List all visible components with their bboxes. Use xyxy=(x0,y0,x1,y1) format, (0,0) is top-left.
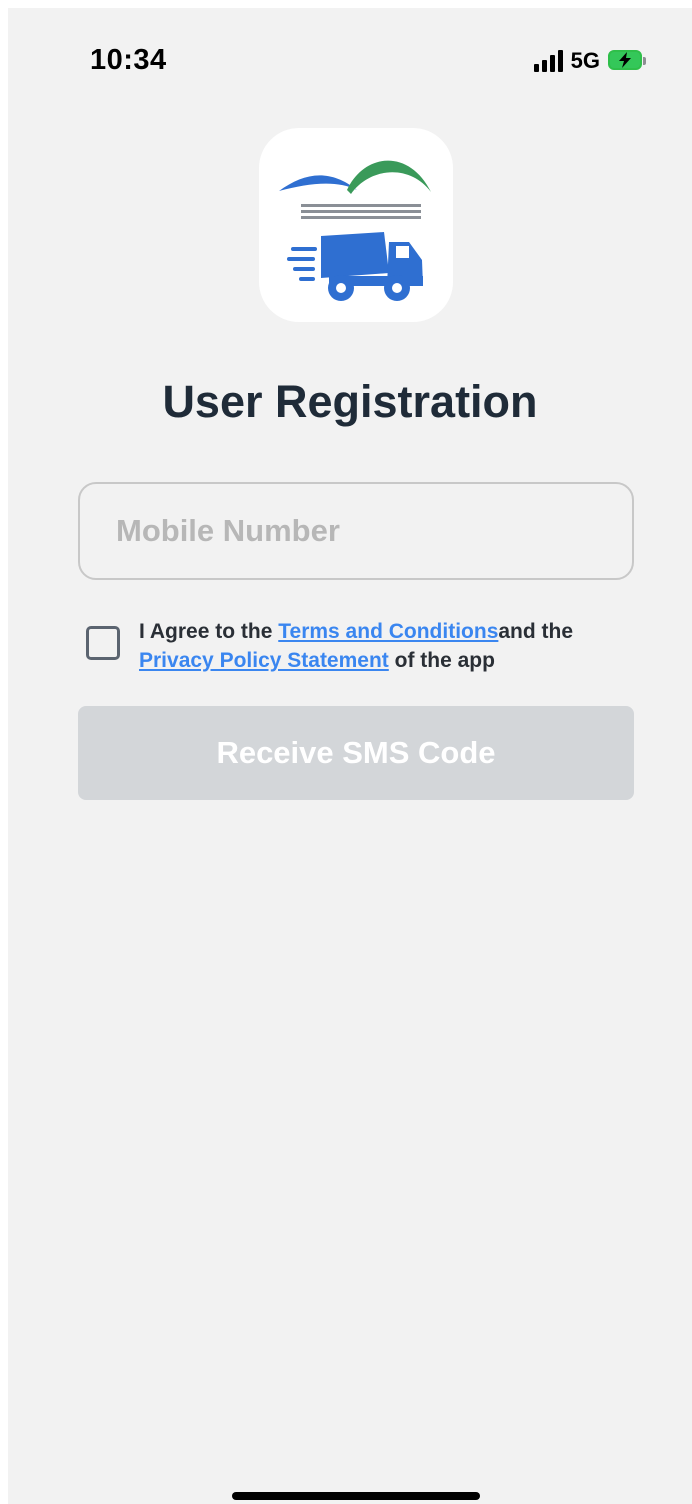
privacy-policy-link[interactable]: Privacy Policy Statement xyxy=(139,649,389,672)
app-logo-icon xyxy=(259,128,453,322)
mobile-number-input[interactable] xyxy=(78,482,634,580)
receive-sms-code-button[interactable]: Receive SMS Code xyxy=(78,706,634,800)
network-label: 5G xyxy=(570,48,600,73)
status-time: 10:34 xyxy=(90,44,167,76)
agreement-prefix: I Agree to the xyxy=(139,620,279,643)
agreement-suffix: of the app xyxy=(388,649,495,672)
page-title: User Registration xyxy=(162,376,538,427)
agreement-text: I Agree to the Terms and Conditionsand t… xyxy=(139,617,639,675)
signal-icon xyxy=(533,50,563,72)
agreement-middle: and the xyxy=(498,620,574,643)
home-indicator[interactable] xyxy=(232,1492,480,1500)
agree-checkbox[interactable] xyxy=(86,626,120,660)
battery-charging-icon xyxy=(608,50,648,72)
terms-link[interactable]: Terms and Conditions xyxy=(278,620,498,643)
status-indicators: 5G xyxy=(533,48,648,74)
registration-screen: 10:34 5G User Registration Mobile Number… xyxy=(8,8,692,1504)
